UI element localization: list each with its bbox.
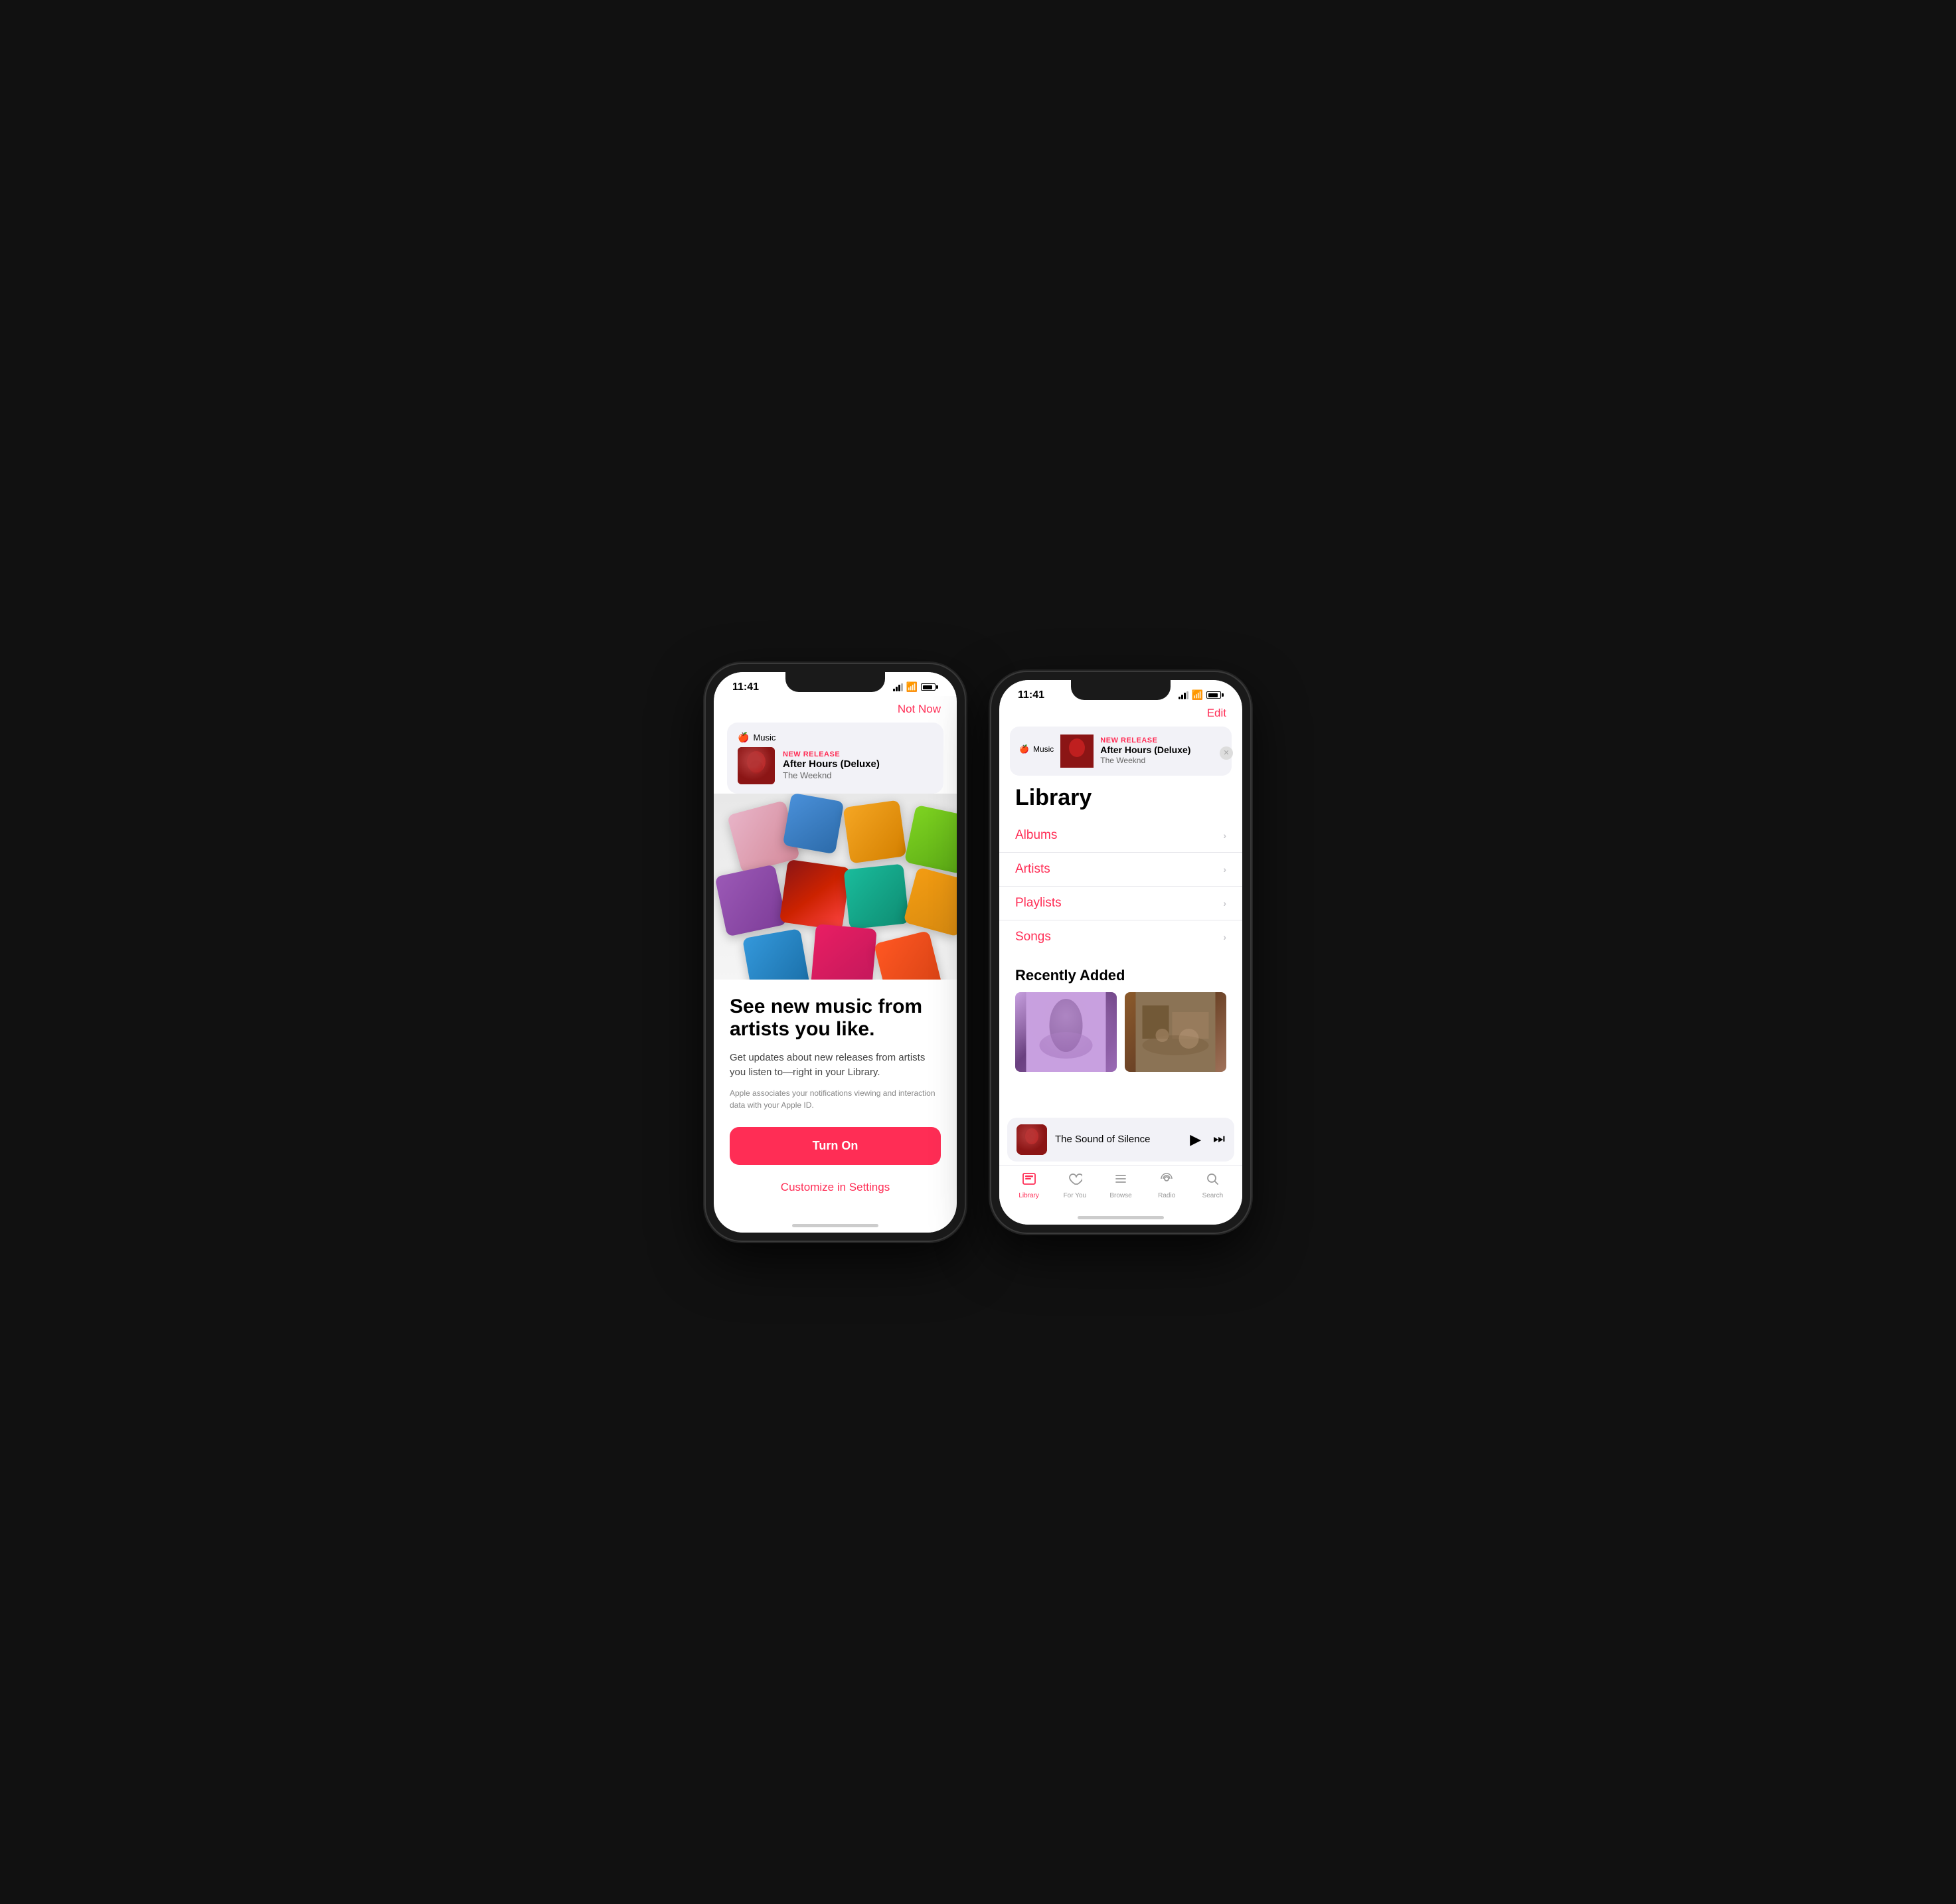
turn-on-button[interactable]: Turn On xyxy=(730,1127,941,1165)
library-item-label-albums: Albums xyxy=(1015,828,1057,843)
for-you-tab-icon xyxy=(1068,1171,1082,1190)
notif-album-art-1 xyxy=(738,747,775,784)
banner-close-button[interactable]: ✕ xyxy=(1220,746,1233,760)
tab-search[interactable]: Search xyxy=(1190,1171,1236,1199)
recently-added-thumb-1[interactable] xyxy=(1015,992,1117,1072)
fast-forward-button[interactable]: ⏭ xyxy=(1213,1132,1225,1147)
chevron-albums: › xyxy=(1223,830,1226,841)
album-tile-1 xyxy=(783,794,845,854)
album-tile-7 xyxy=(903,867,957,936)
banner-artist: The Weeknd xyxy=(1100,756,1222,765)
chevron-songs: › xyxy=(1223,932,1226,942)
not-now-button[interactable]: Not Now xyxy=(714,696,957,720)
promo-text-section: See new music from artists you like. Get… xyxy=(714,980,957,1210)
library-tab-icon xyxy=(1022,1171,1036,1190)
notif-title-1: After Hours (Deluxe) xyxy=(783,758,933,770)
tab-label-library: Library xyxy=(1019,1192,1039,1199)
album-tile-5 xyxy=(779,859,851,930)
fine-print: Apple associates your notifications view… xyxy=(730,1087,941,1111)
battery-icon-2 xyxy=(1206,691,1224,699)
recently-added-thumb-2[interactable] xyxy=(1125,992,1226,1072)
library-list: Albums › Artists › Playlists › Songs › R… xyxy=(999,819,1242,1115)
notification-card: 🍎 Music NEW RELEASE xyxy=(727,723,943,794)
album-tile-10 xyxy=(874,930,942,979)
home-bar-2 xyxy=(1078,1216,1164,1219)
tab-for-you[interactable]: For You xyxy=(1052,1171,1098,1199)
status-time-1: 11:41 xyxy=(732,681,759,693)
library-item-playlists[interactable]: Playlists › xyxy=(999,887,1242,920)
headline: See new music from artists you like. xyxy=(730,995,941,1041)
mini-player-title: The Sound of Silence xyxy=(1055,1134,1182,1145)
library-title: Library xyxy=(999,782,1242,819)
tab-label-search: Search xyxy=(1202,1192,1224,1199)
album-tile-3 xyxy=(904,804,957,873)
banner-title: After Hours (Deluxe) xyxy=(1100,744,1222,756)
banner-app-name: 🍎 Music xyxy=(1019,744,1054,754)
sub-text: Get updates about new releases from arti… xyxy=(730,1051,941,1081)
mini-player[interactable]: The Sound of Silence ▶ ⏭ xyxy=(1007,1118,1234,1162)
tab-browse[interactable]: Browse xyxy=(1098,1171,1143,1199)
notification-banner: 🍎 Music NEW RELEASE After Hours (Deluxe) xyxy=(1010,727,1232,776)
mini-player-controls: ▶ ⏭ xyxy=(1190,1131,1225,1148)
status-time-2: 11:41 xyxy=(1018,689,1044,701)
banner-album-art xyxy=(1060,735,1094,768)
recently-added-grid xyxy=(999,992,1242,1080)
library-item-artists[interactable]: Artists › xyxy=(999,853,1242,887)
tab-radio[interactable]: Radio xyxy=(1144,1171,1190,1199)
banner-text: NEW RELEASE After Hours (Deluxe) The Wee… xyxy=(1100,736,1222,765)
tab-label-radio: Radio xyxy=(1158,1192,1175,1199)
apple-music-logo: 🍎 Music xyxy=(738,732,933,743)
album-mosaic xyxy=(714,794,957,980)
signal-icon xyxy=(893,683,903,691)
tab-label-browse: Browse xyxy=(1109,1192,1131,1199)
home-bar-1 xyxy=(792,1224,878,1227)
radio-tab-icon xyxy=(1159,1171,1174,1190)
album-tile-6 xyxy=(844,863,910,929)
battery-icon xyxy=(921,683,938,691)
play-button[interactable]: ▶ xyxy=(1190,1131,1201,1148)
album-tile-4 xyxy=(714,864,787,936)
library-item-label-playlists: Playlists xyxy=(1015,896,1062,910)
phone1-scroll-content: Not Now 🍎 Music xyxy=(714,696,957,1210)
banner-wrapper: 🍎 Music NEW RELEASE After Hours (Deluxe) xyxy=(999,724,1242,782)
home-indicator-1 xyxy=(714,1210,957,1233)
tab-library[interactable]: Library xyxy=(1006,1171,1052,1199)
phone2-scroll-content: Edit 🍎 Music xyxy=(999,704,1242,1202)
app-name-1: Music xyxy=(753,733,775,742)
tab-bar: Library For You Br xyxy=(999,1166,1242,1202)
status-icons-2: 📶 xyxy=(1179,689,1224,701)
apple-icon: 🍎 xyxy=(738,732,749,743)
banner-apple-icon: 🍎 xyxy=(1019,744,1029,754)
library-item-label-songs: Songs xyxy=(1015,930,1051,944)
notif-text-1: NEW RELEASE After Hours (Deluxe) The Wee… xyxy=(783,750,933,780)
notch xyxy=(785,672,885,692)
signal-icon-2 xyxy=(1179,691,1188,699)
recently-added-title: Recently Added xyxy=(999,954,1242,992)
album-tile-8 xyxy=(742,928,810,980)
notch-2 xyxy=(1071,680,1171,700)
chevron-artists: › xyxy=(1223,864,1226,875)
status-icons-1: 📶 xyxy=(893,681,938,693)
notif-badge-1: NEW RELEASE xyxy=(783,750,933,758)
album-tile-2 xyxy=(843,800,906,863)
phone-2: 11:41 📶 Edit xyxy=(991,672,1250,1233)
album-tile-9 xyxy=(811,924,877,980)
library-item-songs[interactable]: Songs › xyxy=(999,920,1242,954)
wifi-icon: 📶 xyxy=(906,681,918,693)
notif-artist-1: The Weeknd xyxy=(783,770,933,780)
home-indicator-2 xyxy=(999,1202,1242,1225)
mini-player-art xyxy=(1017,1124,1047,1155)
tab-label-for-you: For You xyxy=(1064,1192,1086,1199)
library-item-albums[interactable]: Albums › xyxy=(999,819,1242,853)
banner-badge: NEW RELEASE xyxy=(1100,736,1222,744)
edit-button[interactable]: Edit xyxy=(999,704,1242,724)
browse-tab-icon xyxy=(1113,1171,1128,1190)
customize-settings-button[interactable]: Customize in Settings xyxy=(730,1175,941,1199)
chevron-playlists: › xyxy=(1223,898,1226,909)
search-tab-icon xyxy=(1205,1171,1220,1190)
phone-1: 11:41 📶 Not Now xyxy=(706,664,965,1241)
wifi-icon-2: 📶 xyxy=(1192,689,1203,701)
library-item-label-artists: Artists xyxy=(1015,862,1050,877)
